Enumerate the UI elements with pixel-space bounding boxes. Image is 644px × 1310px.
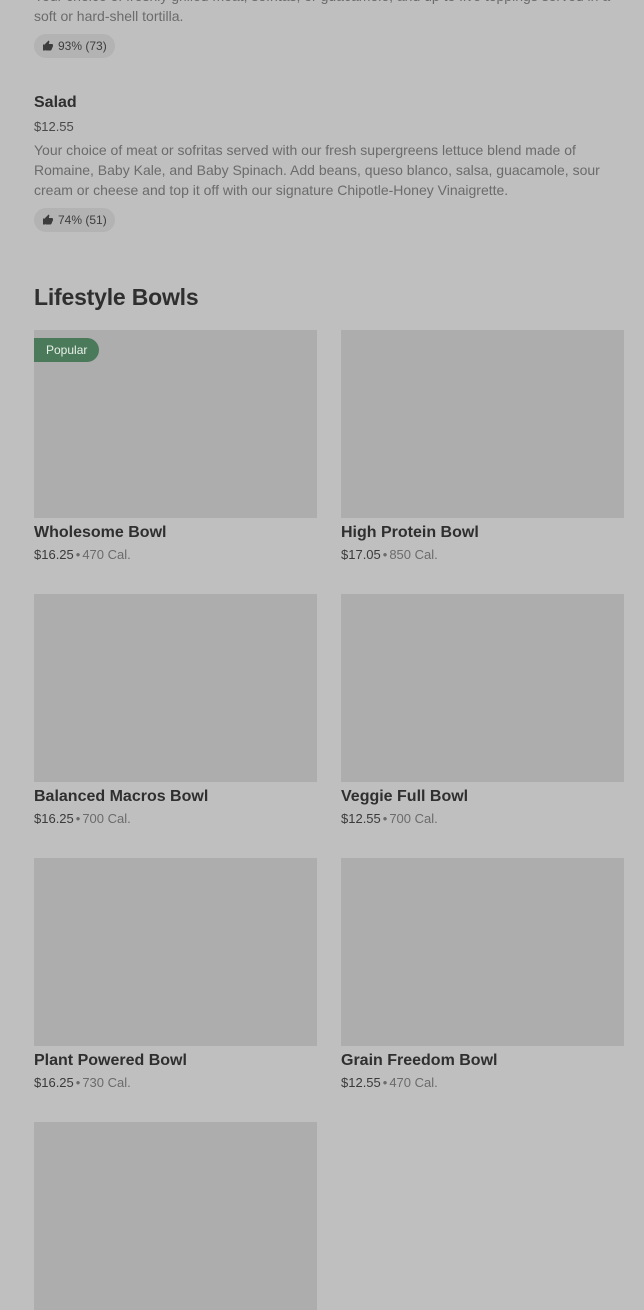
item-description: Your choice of meat or sofritas served w…: [34, 142, 600, 198]
item-image: [34, 1122, 317, 1310]
item-image: [341, 594, 624, 782]
section-title: Lifestyle Bowls: [34, 284, 199, 310]
card-price: $12.55: [341, 811, 381, 826]
item-image: Popular: [34, 330, 317, 518]
separator: •: [382, 547, 388, 562]
separator: •: [382, 1075, 388, 1090]
card-meta: $12.55 • 470 Cal.: [341, 1074, 624, 1092]
menu-card-grain-freedom-bowl[interactable]: Grain Freedom Bowl $12.55 • 470 Cal.: [341, 858, 624, 1092]
card-calories: 470 Cal.: [82, 547, 131, 562]
separator: •: [75, 547, 81, 562]
menu-card-balanced-macros-bowl[interactable]: Balanced Macros Bowl $16.25 • 700 Cal.: [34, 594, 317, 828]
card-meta: $16.25 • 700 Cal.: [34, 810, 317, 828]
card-price: $17.05: [341, 547, 381, 562]
card-price: $16.25: [34, 1075, 74, 1090]
card-calories: 730 Cal.: [82, 1075, 131, 1090]
item-description: Your choice of freshly grilled meat, sof…: [34, 0, 610, 24]
separator: •: [75, 1075, 81, 1090]
card-name: High Protein Bowl: [341, 524, 479, 541]
card-calories: 470 Cal.: [389, 1075, 438, 1090]
card-price: $12.55: [341, 1075, 381, 1090]
menu-card-high-protein-bowl[interactable]: High Protein Bowl $17.05 • 850 Cal.: [341, 330, 624, 564]
menu-card-wholesome-bowl[interactable]: Popular Wholesome Bowl $16.25 • 470 Cal.: [34, 330, 317, 564]
popular-badge: Popular: [34, 338, 100, 362]
rating-badge: 74% (51): [34, 208, 115, 232]
menu-item-previous[interactable]: Your choice of freshly grilled meat, sof…: [34, 0, 624, 58]
card-calories: 850 Cal.: [389, 547, 438, 562]
card-name: Veggie Full Bowl: [341, 788, 469, 805]
menu-card-plant-powered-bowl[interactable]: Plant Powered Bowl $16.25 • 730 Cal.: [34, 858, 317, 1092]
card-calories: 700 Cal.: [82, 811, 131, 826]
card-price: $16.25: [34, 547, 74, 562]
thumbs-up-icon: [43, 214, 53, 225]
rating-text: 74% (51): [58, 213, 107, 227]
card-meta: $16.25 • 730 Cal.: [34, 1074, 317, 1092]
card-name: Plant Powered Bowl: [34, 1052, 187, 1069]
item-image: [34, 858, 317, 1046]
separator: •: [75, 811, 81, 826]
card-price: $16.25: [34, 811, 74, 826]
menu-card-partial[interactable]: [34, 1122, 317, 1310]
card-calories: 700 Cal.: [389, 811, 438, 826]
separator: •: [382, 811, 388, 826]
thumbs-up-icon: [43, 40, 53, 51]
card-name: Wholesome Bowl: [34, 524, 167, 541]
menu-content: Your choice of freshly grilled meat, sof…: [34, 0, 624, 1310]
card-name: Grain Freedom Bowl: [341, 1052, 498, 1069]
rating-badge: 93% (73): [34, 34, 115, 58]
item-price: $12.55: [34, 119, 74, 134]
menu-card-veggie-full-bowl[interactable]: Veggie Full Bowl $12.55 • 700 Cal.: [341, 594, 624, 828]
card-meta: $17.05 • 850 Cal.: [341, 546, 624, 564]
card-name: Balanced Macros Bowl: [34, 788, 209, 805]
menu-item-salad[interactable]: Salad $12.55 Your choice of meat or sofr…: [34, 92, 624, 232]
card-meta: $12.55 • 700 Cal.: [341, 810, 624, 828]
card-meta: $16.25 • 470 Cal.: [34, 546, 317, 564]
item-image: [341, 330, 624, 518]
rating-text: 93% (73): [58, 39, 107, 53]
item-image: [34, 594, 317, 782]
item-image: [341, 858, 624, 1046]
bowls-grid: Popular Wholesome Bowl $16.25 • 470 Cal. H…: [34, 330, 624, 1310]
item-name: Salad: [34, 94, 77, 111]
